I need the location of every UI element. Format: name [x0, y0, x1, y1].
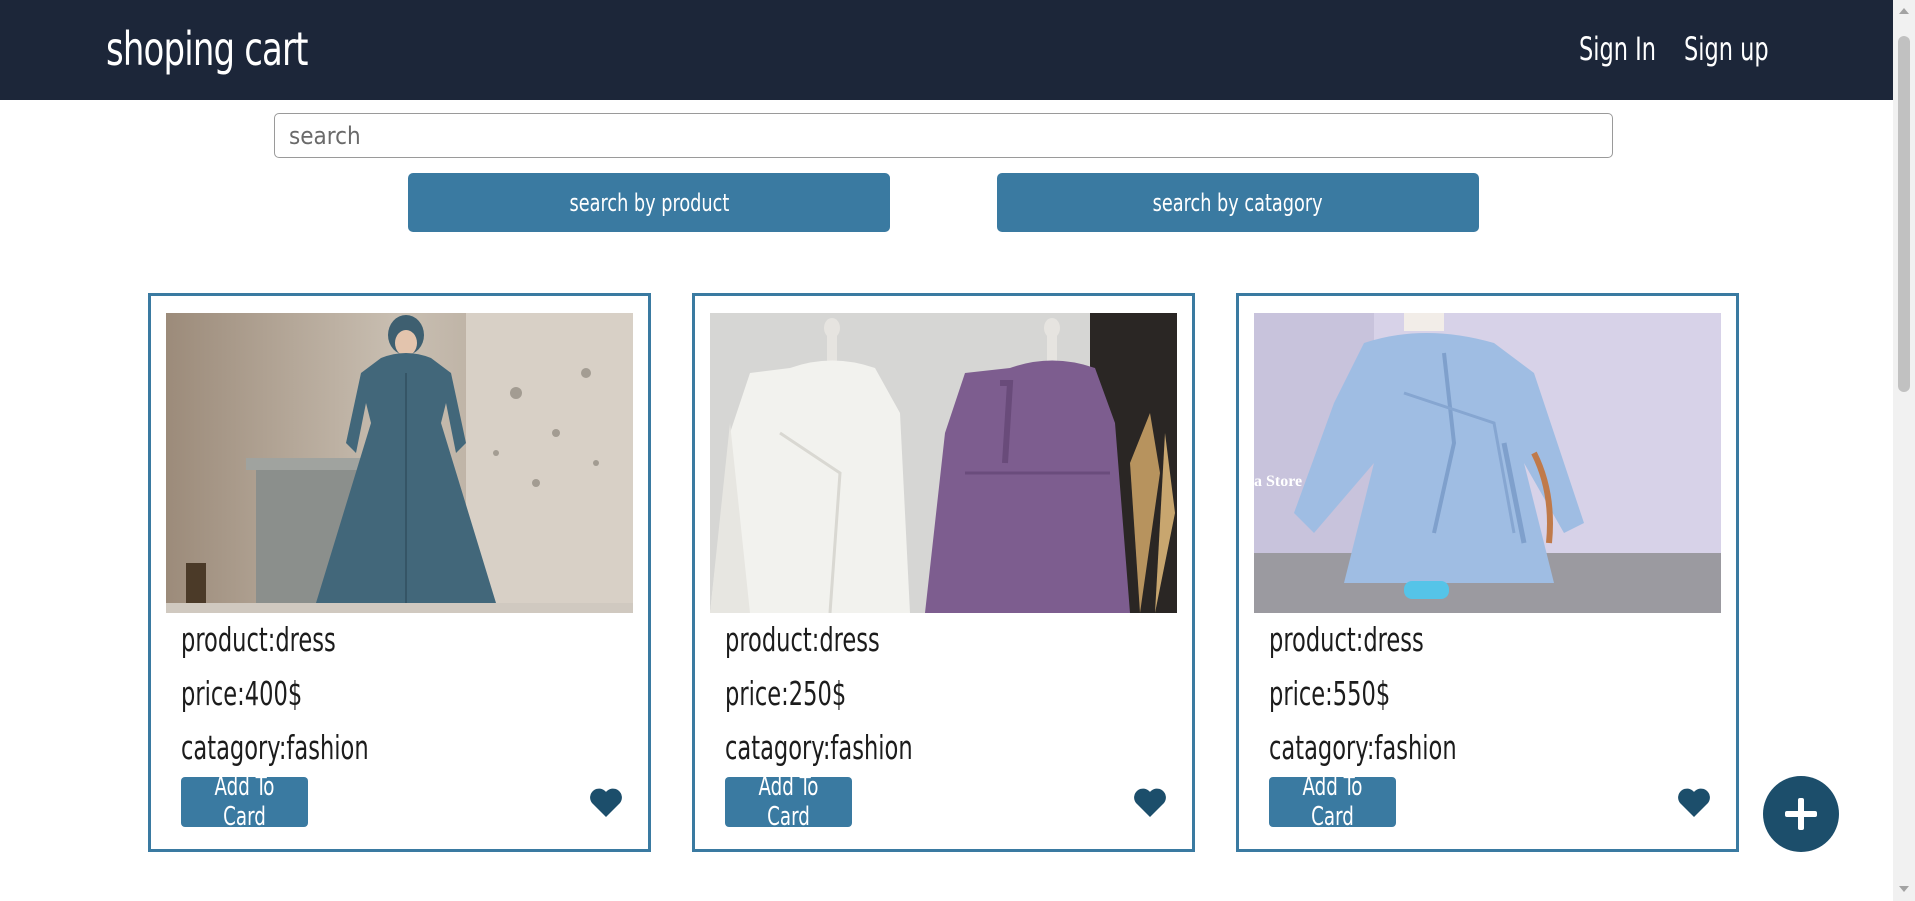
heart-icon[interactable]	[1677, 788, 1711, 818]
product-image	[710, 313, 1177, 613]
product-price: price:400$	[181, 674, 303, 713]
search-by-product-label: search by product	[569, 188, 729, 217]
product-category: catagory:fashion	[181, 728, 369, 767]
search-by-product-button[interactable]: search by product	[408, 173, 890, 232]
product-image: a Store	[1254, 313, 1721, 613]
add-to-cart-button[interactable]: Add To Card	[181, 772, 308, 832]
vertical-scrollbar[interactable]	[1893, 0, 1915, 901]
product-card: product:dress price:400$ catagory:fashio…	[148, 293, 651, 852]
product-category: catagory:fashion	[1269, 728, 1457, 767]
product-image	[166, 313, 633, 613]
add-to-cart-button[interactable]: Add To Card	[725, 772, 852, 832]
product-name: product:dress	[1269, 620, 1424, 659]
sign-in-link[interactable]: Sign In	[1579, 30, 1656, 68]
add-to-cart-label: Add To Card	[1302, 772, 1363, 832]
search-by-category-label: search by catagory	[1153, 188, 1323, 217]
sign-up-link[interactable]: Sign up	[1684, 30, 1769, 68]
product-price: price:250$	[725, 674, 847, 713]
plus-icon	[1785, 798, 1817, 830]
add-to-cart-label: Add To Card	[214, 772, 275, 832]
heart-icon[interactable]	[589, 788, 623, 818]
add-to-cart-label: Add To Card	[758, 772, 819, 832]
scrollbar-thumb[interactable]	[1898, 36, 1910, 392]
heart-icon[interactable]	[1133, 788, 1167, 818]
brand-title[interactable]: shoping cart	[106, 22, 308, 76]
scroll-down-arrow-icon[interactable]	[1899, 886, 1909, 892]
product-name: product:dress	[181, 620, 336, 659]
product-card: product:dress price:250$ catagory:fashio…	[692, 293, 1195, 852]
product-category: catagory:fashion	[725, 728, 913, 767]
search-input[interactable]	[274, 113, 1613, 158]
product-price: price:550$	[1269, 674, 1391, 713]
product-card: a Store product:dress price:550$ catagor…	[1236, 293, 1739, 852]
scroll-up-arrow-icon[interactable]	[1899, 8, 1909, 14]
search-by-category-button[interactable]: search by catagory	[997, 173, 1479, 232]
top-navbar: shoping cart Sign In Sign up	[0, 0, 1893, 100]
add-product-button[interactable]	[1763, 776, 1839, 852]
product-name: product:dress	[725, 620, 880, 659]
image-watermark-text: a Store	[1254, 473, 1302, 490]
add-to-cart-button[interactable]: Add To Card	[1269, 772, 1396, 832]
